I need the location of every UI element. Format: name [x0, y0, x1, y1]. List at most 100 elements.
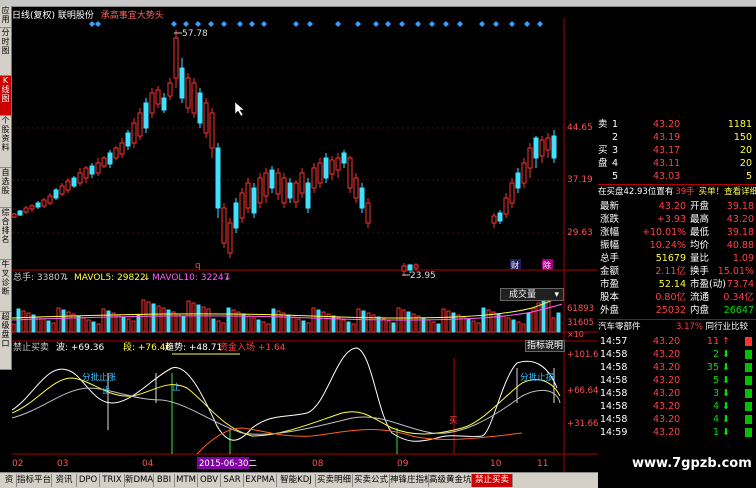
volume-indicator-select-label: 成交量	[509, 290, 537, 300]
volume-bar	[266, 323, 271, 333]
candle	[101, 157, 107, 167]
candle	[401, 265, 407, 272]
volume-bar	[341, 319, 346, 333]
indicator-tab[interactable]: 资讯	[52, 474, 77, 487]
indicator-tab[interactable]: 指标平台	[17, 474, 52, 487]
candle	[12, 213, 17, 218]
volume-bar	[181, 315, 186, 333]
indicator-tab[interactable]: 买卖公式	[353, 474, 390, 487]
volume-bar	[476, 322, 481, 333]
candle	[341, 152, 347, 164]
annotation: 止	[172, 382, 181, 393]
volume-bar	[411, 313, 416, 333]
candle	[551, 135, 557, 159]
candle	[329, 159, 335, 175]
indicator-tab[interactable]: DPO	[77, 474, 100, 487]
volume-bar	[221, 322, 226, 333]
volume-bar	[261, 321, 266, 333]
volume-bar	[71, 313, 76, 333]
indicator-tab[interactable]: 高级黄金坑	[429, 474, 472, 487]
side-tab-intraday[interactable]: 分时图	[0, 28, 11, 76]
tick-row: 14:58 43.20 3 ⬇	[598, 387, 756, 400]
indicator-tab[interactable]: 禁止买卖	[472, 474, 513, 487]
volume-bar	[506, 317, 511, 333]
candle	[497, 212, 503, 222]
x-axis-label: 11	[537, 459, 548, 469]
volume-bar	[386, 320, 391, 333]
volume-bar	[311, 307, 316, 333]
candle	[503, 197, 509, 215]
indicator-tab[interactable]: 资	[2, 474, 17, 487]
industry-compare-link[interactable]: 同行业比较	[705, 321, 748, 334]
arrow-down-icon: ⬇	[722, 388, 730, 399]
volume-bar	[346, 321, 351, 333]
volume-indicator-select[interactable]: 成交量 ▾	[500, 288, 564, 301]
candle	[185, 77, 191, 109]
quote-panel: 卖 1 43.20 1181 2 43.19 150 买 3 43.17 20 盘 4 43.11 2…	[598, 118, 756, 487]
x-axis-cursor-date: 2015-06-30二	[199, 459, 257, 469]
volume-bar	[211, 318, 216, 333]
indicator-tab[interactable]: EXPMA	[244, 474, 277, 487]
indicator-tab[interactable]: SAR	[221, 474, 244, 487]
tick-row: 14:58 43.20 35 ⬇	[598, 361, 756, 374]
side-tab-kline[interactable]: K线图	[0, 76, 11, 116]
side-tab-ranking[interactable]: 综合排名	[0, 208, 11, 260]
candle	[53, 189, 59, 199]
volume-bar	[166, 309, 171, 333]
volume-bar	[41, 318, 46, 333]
volume-bar	[436, 323, 441, 333]
signal-diamonds	[89, 21, 543, 27]
candle	[317, 162, 323, 184]
candle	[533, 137, 539, 159]
bid-detail-link[interactable]: 买单！查看详细	[699, 187, 756, 197]
candle	[215, 147, 221, 209]
candle	[545, 137, 551, 151]
indicator-tab[interactable]: BBI	[154, 474, 175, 487]
volume-bar	[321, 311, 326, 333]
volume-bar	[191, 302, 196, 333]
price-axis-label: 29.63	[567, 228, 593, 238]
indicator-tab[interactable]: 新DMA	[125, 474, 154, 487]
volume-bar	[281, 312, 286, 333]
volume-bar	[116, 314, 121, 333]
volume-bar	[466, 318, 471, 333]
indicator-tab[interactable]: 神锋庄指标	[390, 474, 429, 487]
candle	[251, 187, 257, 214]
indicator-tab[interactable]: 智能KDJ	[277, 474, 316, 487]
low-price-label: 23.95	[410, 271, 436, 281]
volume-bar	[256, 319, 261, 333]
volume-bar	[126, 318, 131, 333]
x-axis-label: 08	[312, 459, 324, 469]
indicator-axis-label: +66.64	[567, 386, 598, 396]
side-tab-diagnosis[interactable]: 牛叉诊断	[0, 260, 11, 312]
side-tab-app[interactable]: 应用	[0, 6, 11, 28]
volume-bar	[401, 309, 406, 333]
industry-row[interactable]: 汽车零部件 3.17% 同行业比较	[598, 321, 756, 334]
volume-bar	[106, 310, 111, 333]
indicator-help-button[interactable]: 指标说明	[525, 340, 565, 352]
order-book-row: 5 43.03 5	[612, 171, 752, 182]
annotation: 止	[102, 385, 111, 396]
menu-bar[interactable]	[0, 0, 756, 7]
volume-bar	[481, 307, 486, 333]
volume-bar	[301, 320, 306, 333]
candle	[23, 207, 29, 213]
candle	[491, 215, 497, 224]
indicator-tab[interactable]: 买卖明细	[316, 474, 353, 487]
indicator-tab[interactable]: OBV	[198, 474, 221, 487]
side-tab-profile[interactable]: 个股资料	[0, 116, 11, 168]
indicator-tab[interactable]: TRIX	[100, 474, 125, 487]
volume-bar	[391, 322, 396, 333]
tick-row: 14:58 43.20 5 ⬇	[598, 374, 756, 387]
volume-axis-unit: ×10	[567, 330, 584, 339]
side-tab-orderbook[interactable]: 超级盘口	[0, 312, 11, 370]
side-tab-watchlist[interactable]: 自选股	[0, 168, 11, 208]
chart-area[interactable]: 44.65 37.19 29.63 57.78 23.95 q 财 除 总手: …	[12, 18, 598, 472]
indicator-tab[interactable]: MTM	[175, 474, 198, 487]
volume-bars	[12, 292, 563, 333]
volume-bar	[521, 323, 526, 333]
candle	[17, 210, 23, 216]
volume-axis-label: 61893	[567, 304, 594, 314]
stat-row: 最新 43.20 开盘 39.18	[600, 201, 754, 212]
volume-bar	[16, 308, 21, 333]
